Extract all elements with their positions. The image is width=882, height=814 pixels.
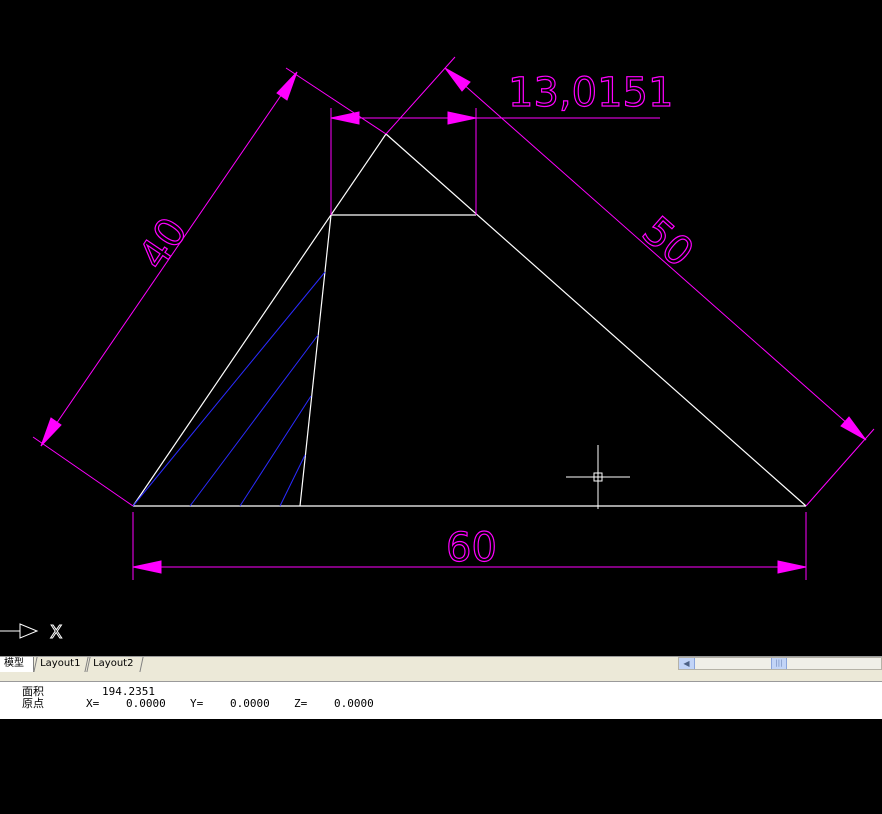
x-value: 0.0000	[126, 697, 166, 710]
dimension-top[interactable]	[330, 108, 660, 215]
divider	[0, 672, 882, 682]
hatch-pattern[interactable]	[132, 271, 326, 507]
command-history[interactable]: 面积 194.2351 原点 X= 0.0000 Y= 0.0000 Z= 0.…	[0, 682, 882, 719]
hatch-line	[239, 395, 312, 507]
tab-layout2[interactable]: Layout2	[86, 657, 144, 672]
arrowhead	[444, 67, 471, 92]
command-line-origin: 原点 X= 0.0000 Y= 0.0000 Z= 0.0000	[22, 697, 374, 710]
extension-line	[805, 428, 875, 507]
extension-line	[385, 56, 456, 135]
dim-text-right: 50	[633, 208, 702, 276]
tab-layout2-label: Layout2	[93, 658, 134, 669]
y-label: Y=	[190, 697, 204, 710]
ucs-x-label: X	[50, 622, 62, 643]
tab-layout1-label: Layout1	[40, 658, 81, 669]
dimension-right[interactable]	[385, 56, 875, 507]
origin-label: 原点	[22, 697, 44, 710]
triangle-left-edge[interactable]	[132, 133, 387, 507]
horizontal-scrollbar[interactable]: ◀ |||	[678, 657, 882, 670]
arrowhead	[132, 560, 162, 574]
dim-text-left: 40	[130, 210, 197, 278]
cut-line-slanted[interactable]	[299, 214, 332, 507]
tab-layout1[interactable]: Layout1	[33, 657, 89, 672]
arrowhead	[840, 416, 867, 441]
drawing-canvas[interactable]: 13,0151 40 50 60 X	[0, 0, 882, 656]
dim-text-top: 13,0151	[508, 70, 673, 116]
triangle-right-edge[interactable]	[385, 133, 807, 507]
dim-text-bottom: 60	[446, 525, 497, 571]
scroll-left-arrow-icon[interactable]: ◀	[679, 658, 695, 669]
hatch-line	[132, 271, 326, 507]
arrowhead	[40, 417, 62, 447]
scrollbar-thumb[interactable]: |||	[771, 658, 787, 669]
hatch-line	[189, 334, 319, 507]
dimension-left[interactable]	[32, 67, 387, 507]
tab-model[interactable]: 模型	[0, 657, 34, 672]
crosshair-cursor-icon	[566, 445, 630, 509]
arrowhead	[777, 560, 807, 574]
ucs-icon: X	[0, 622, 63, 644]
arrowhead	[447, 111, 477, 125]
arrowhead	[276, 71, 298, 101]
z-label: Z=	[294, 697, 308, 710]
z-value: 0.0000	[334, 697, 374, 710]
triangle-geometry[interactable]	[132, 133, 807, 507]
extension-line	[285, 67, 387, 135]
y-value: 0.0000	[230, 697, 270, 710]
extension-line	[32, 436, 134, 507]
x-label: X=	[86, 697, 100, 710]
